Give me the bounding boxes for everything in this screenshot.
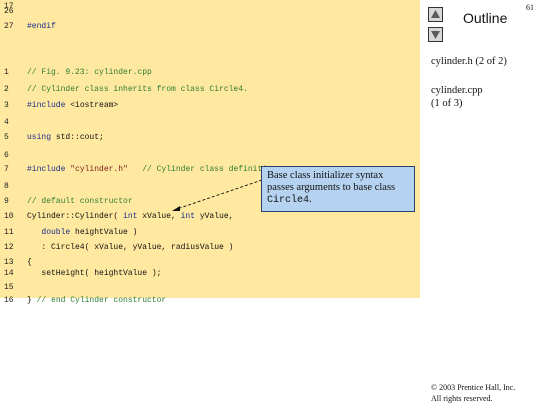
callout-line1: Base class initializer syntax	[267, 170, 384, 181]
copyright-line2: All rights reserved.	[431, 394, 493, 403]
callout-line2: passes arguments to base class	[267, 182, 396, 193]
code-token: // end Cylinder constructor	[36, 296, 167, 305]
callout-box: Base class initializer syntax passes arg…	[261, 166, 415, 212]
page-number: 61	[526, 3, 534, 12]
copyright-line1: © 2003 Prentice Hall, Inc.	[431, 383, 516, 392]
line-number: 16	[4, 296, 14, 305]
code-text: } // end Cylinder constructor	[27, 294, 166, 308]
line-number: 17	[4, 2, 14, 11]
callout-class-name: Circle4	[267, 195, 310, 206]
previous-slide-button[interactable]	[428, 7, 443, 22]
down-arrow-icon	[431, 31, 440, 39]
callout-period: .	[309, 194, 312, 205]
up-arrow-icon	[431, 10, 440, 18]
code-token: }	[27, 296, 37, 305]
outline-file2-name[interactable]: cylinder.cpp	[431, 84, 483, 97]
next-slide-button[interactable]	[428, 27, 443, 42]
outline-title[interactable]: Outline	[463, 10, 507, 26]
copyright: © 2003 Prentice Hall, Inc. All rights re…	[431, 382, 515, 404]
outline-file1[interactable]: cylinder.h (2 of 2)	[431, 55, 507, 68]
outline-file2-part: (1 of 3)	[431, 98, 463, 109]
